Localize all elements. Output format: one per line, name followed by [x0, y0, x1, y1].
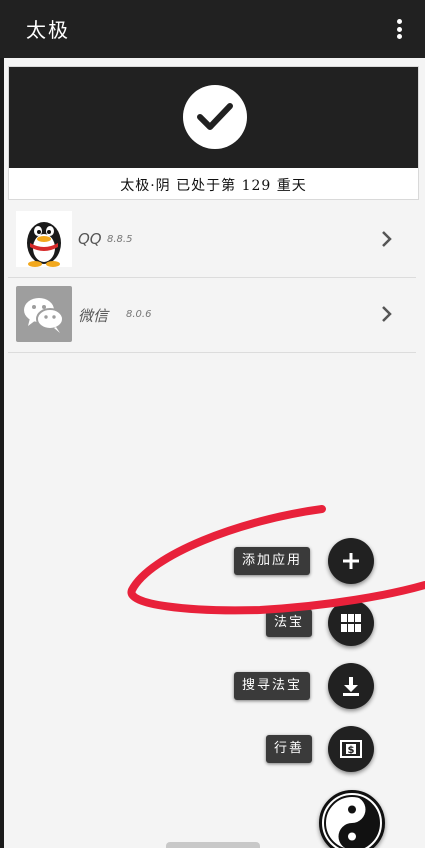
taiji-yin-yang-icon — [324, 795, 380, 848]
status-text: 太极·阴 已处于第 129 重天 — [120, 178, 307, 194]
download-icon — [343, 677, 359, 696]
app-version: 8.8.5 — [107, 234, 133, 245]
search-magic-label[interactable]: 搜寻法宝 — [234, 672, 311, 700]
bottom-handle — [166, 842, 260, 848]
list-item[interactable]: QQ 8.8.5 — [8, 203, 416, 278]
svg-text:$: $ — [348, 745, 355, 756]
magic-items-button[interactable] — [328, 600, 374, 646]
grid-icon — [341, 614, 361, 632]
main-fab-button[interactable] — [319, 790, 385, 848]
wechat-icon — [16, 286, 72, 342]
plus-icon — [343, 553, 359, 569]
donate-icon: $ — [340, 740, 362, 758]
screen-edge — [0, 58, 4, 848]
search-magic-button[interactable] — [328, 663, 374, 709]
donate-label[interactable]: 行善 — [266, 735, 313, 763]
donate-button[interactable]: $ — [328, 726, 374, 772]
app-title: 太极 — [26, 18, 70, 42]
chevron-right-icon — [382, 231, 392, 247]
chevron-right-icon — [382, 306, 392, 322]
add-app-button[interactable] — [328, 538, 374, 584]
list-item[interactable]: 微信 8.0.6 — [8, 278, 416, 353]
qq-penguin-icon — [16, 211, 72, 267]
add-app-label[interactable]: 添加应用 — [234, 547, 311, 575]
app-list: QQ 8.8.5 微信 8.0.6 — [8, 203, 416, 353]
check-circle-icon — [183, 85, 247, 149]
more-vert-icon[interactable] — [387, 16, 411, 42]
app-name: QQ — [78, 230, 102, 248]
status-card: 太极·阴 已处于第 129 重天 — [8, 66, 419, 200]
magic-items-label[interactable]: 法宝 — [266, 609, 313, 637]
app-bar: 太极 — [0, 0, 425, 58]
app-name: 微信 — [78, 307, 109, 325]
app-version: 8.0.6 — [126, 309, 152, 320]
status-banner — [9, 67, 418, 168]
